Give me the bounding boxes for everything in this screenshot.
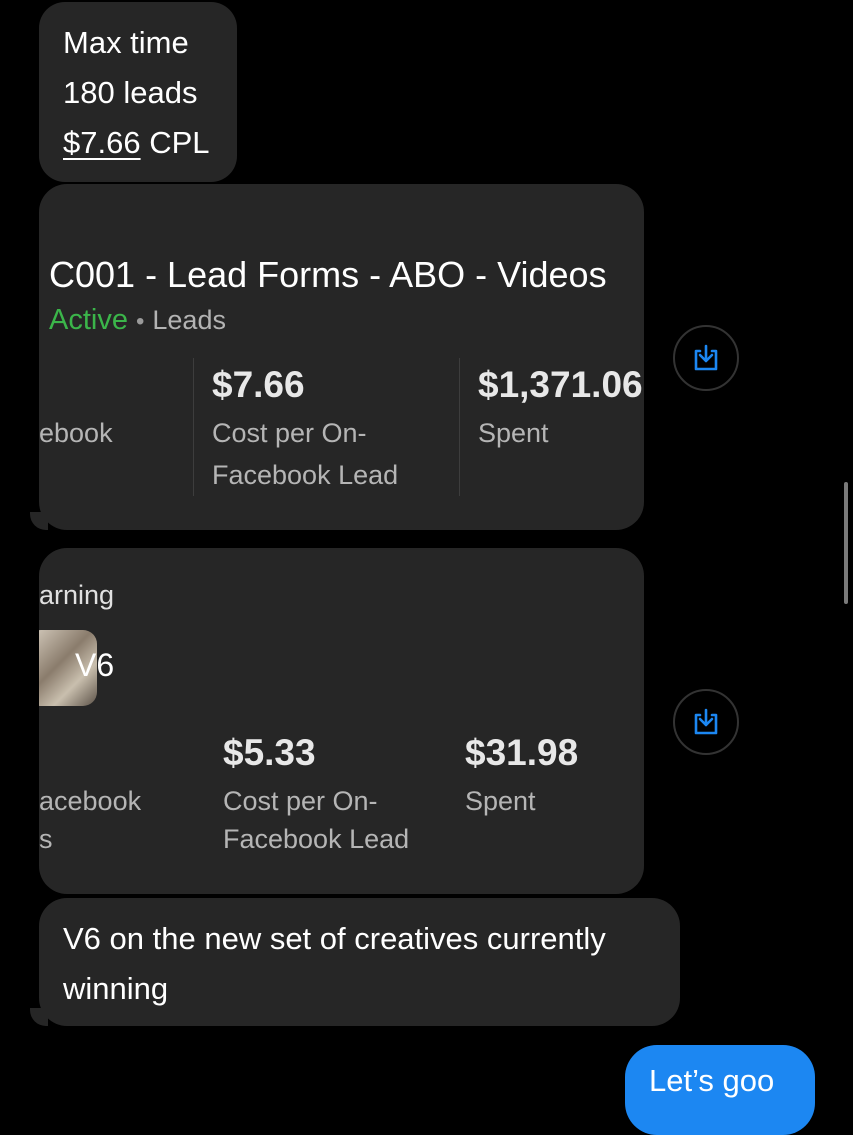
metric1-label: s	[39, 824, 53, 854]
campaign-title: C001 - Lead Forms - ABO - Videos	[49, 254, 607, 295]
bubble-tail	[30, 512, 48, 530]
sent-message-text: Let’s goo	[649, 1063, 775, 1098]
metric2-label: Facebook Lead	[223, 824, 410, 854]
metric1-label: ebook	[39, 418, 113, 448]
metric3-value: $31.98	[465, 732, 579, 773]
cpl-suffix: CPL	[140, 125, 210, 160]
campaign-card[interactable]: C001 - Lead Forms - ABO - Videos Active •…	[39, 184, 644, 530]
metric3-label: Spent	[465, 786, 536, 816]
metric3-label: Spent	[478, 418, 549, 448]
metric-divider	[193, 358, 194, 496]
share-download-icon	[694, 708, 718, 735]
message-line: $7.66 CPL	[63, 118, 210, 168]
share-download-icon	[694, 344, 718, 371]
metric3-value: $1,371.06	[478, 364, 643, 405]
ad-name: V6	[75, 647, 115, 683]
campaign-status-row: Active • Leads	[49, 304, 226, 337]
metric2-value: $7.66	[212, 364, 305, 405]
message-bubble-comment[interactable]: V6 on the new set of creatives currently…	[39, 898, 680, 1026]
message-bubble-sent[interactable]: Let’s goo	[625, 1045, 815, 1135]
metric1-label: acebook	[39, 786, 142, 816]
message-line: winning	[63, 971, 169, 1006]
objective-type: Leads	[152, 305, 226, 335]
message-bubble-max-time[interactable]: Max time 180 leads $7.66 CPL	[39, 2, 237, 182]
scrollbar-thumb[interactable]	[844, 482, 848, 604]
share-button[interactable]	[673, 689, 739, 755]
ad-card[interactable]: arning V6 acebook s $5.33 Cost per On- F…	[39, 548, 644, 894]
message-line: Max time	[63, 25, 189, 60]
bubble-tail	[30, 1008, 48, 1026]
ad-status: arning	[39, 580, 115, 610]
status-active: Active	[49, 304, 128, 336]
message-line: V6 on the new set of creatives currently	[63, 921, 606, 956]
metric2-value: $5.33	[223, 732, 316, 773]
metric2-label: Facebook Lead	[212, 460, 399, 490]
message-line: 180 leads	[63, 75, 198, 110]
status-separator: •	[135, 308, 145, 335]
share-button[interactable]	[673, 325, 739, 391]
metric-divider	[459, 358, 460, 496]
amount-link[interactable]: $7.66	[63, 125, 141, 160]
metric2-label: Cost per On-	[212, 418, 367, 448]
metric2-label: Cost per On-	[223, 786, 378, 816]
